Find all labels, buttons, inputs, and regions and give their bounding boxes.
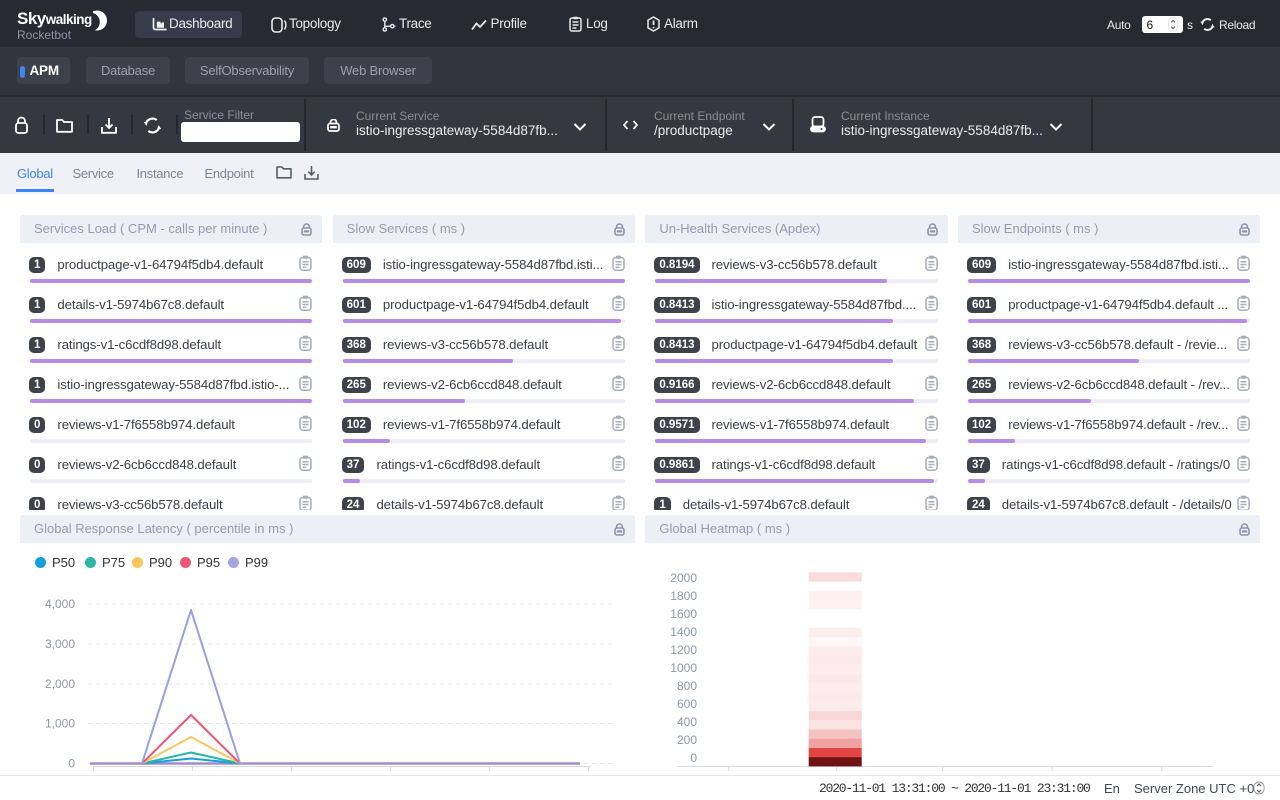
svg-text:2,000: 2,000 bbox=[45, 677, 75, 691]
svg-text:1,000: 1,000 bbox=[45, 717, 75, 731]
svg-text:400: 400 bbox=[677, 715, 697, 729]
svg-text:3,000: 3,000 bbox=[45, 637, 75, 651]
svg-text:600: 600 bbox=[677, 697, 697, 711]
svg-text:800: 800 bbox=[677, 679, 697, 693]
svg-text:1600: 1600 bbox=[671, 607, 698, 621]
svg-text:0: 0 bbox=[691, 751, 698, 765]
svg-text:1400: 1400 bbox=[671, 625, 698, 639]
svg-text:0: 0 bbox=[68, 757, 75, 771]
svg-text:1000: 1000 bbox=[671, 661, 698, 675]
svg-text:1200: 1200 bbox=[671, 643, 698, 657]
svg-text:1800: 1800 bbox=[671, 589, 698, 603]
svg-text:4,000: 4,000 bbox=[45, 597, 75, 611]
svg-text:2000: 2000 bbox=[671, 571, 698, 585]
svg-text:200: 200 bbox=[677, 733, 697, 747]
